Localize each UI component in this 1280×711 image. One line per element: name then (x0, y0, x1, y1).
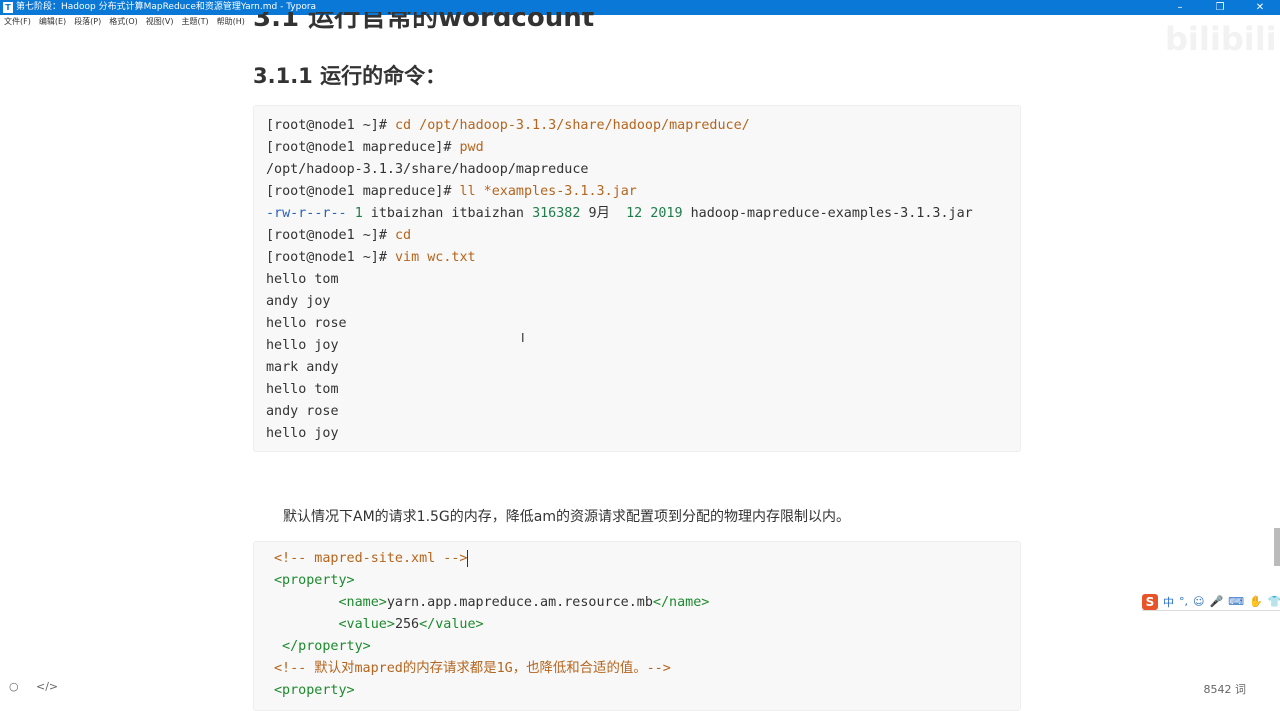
code-token: [root@node1 ~]# (266, 250, 395, 265)
code-block-commands[interactable]: [root@node1 ~]# cd /opt/hadoop-3.1.3/sha… (253, 105, 1021, 452)
code-token: yarn.app.mapreduce.am.resource.mb (386, 595, 653, 610)
code-line: <value>256</value> (274, 614, 1020, 636)
code-line: -rw-r--r-- 1 itbaizhan itbaizhan 316382 … (266, 203, 1020, 225)
code-line: [root@node1 ~]# cd /opt/hadoop-3.1.3/sha… (266, 115, 1020, 137)
code-line: [root@node1 mapreduce]# ll *examples-3.1… (266, 181, 1020, 203)
menu-theme[interactable]: 主题(T) (181, 15, 208, 29)
code-token: <name> (338, 595, 387, 610)
code-line: andy rose (266, 401, 1020, 423)
code-token: </value> (419, 617, 484, 632)
text-cursor-icon: I (521, 331, 525, 345)
code-token: vim wc.txt (395, 250, 476, 265)
code-token: 12 2019 (626, 206, 683, 221)
code-token: hello joy (266, 338, 339, 353)
code-line: mark andy (266, 357, 1020, 379)
menu-edit[interactable]: 编辑(E) (39, 15, 66, 29)
caret (467, 549, 469, 567)
paragraph: 默认情况下AM的请求1.5G的内存，降低am的资源请求配置项到分配的物理内存限制… (283, 509, 850, 525)
code-token: </name> (652, 595, 710, 610)
word-count[interactable]: 8542 词 (1204, 681, 1247, 697)
ime-voice-icon[interactable]: 🎤 (1209, 595, 1223, 608)
code-token: <value> (338, 617, 395, 632)
menu-format[interactable]: 格式(O) (109, 15, 138, 29)
menu-view[interactable]: 视图(V) (146, 15, 174, 29)
code-line: [root@node1 ~]# vim wc.txt (266, 247, 1020, 269)
ime-skin-icon[interactable]: 👕 (1268, 595, 1280, 608)
code-token: hello joy (266, 426, 339, 441)
code-token: andy joy (266, 294, 331, 309)
code-line: [root@node1 mapreduce]# pwd (266, 137, 1020, 159)
code-token: [root@node1 ~]# (266, 228, 395, 243)
window-title: 第七阶段：Hadoop 分布式计算MapReduce和资源管理Yarn.md -… (16, 2, 317, 12)
code-token: hadoop-mapreduce-examples-3.1.3.jar (682, 206, 973, 221)
code-token: pwd (459, 140, 484, 155)
ime-chinese-mode[interactable]: 中 (1163, 594, 1174, 610)
code-token: <!-- mapred-site.xml --> (274, 551, 468, 566)
code-token: 256 (394, 617, 420, 632)
code-line: /opt/hadoop-3.1.3/share/hadoop/mapreduce (266, 159, 1020, 181)
ime-punctuation-icon[interactable]: °, (1179, 595, 1188, 608)
code-token: hello tom (266, 382, 339, 397)
code-token: cd (395, 228, 412, 243)
code-token: ll *examples-3.1.3.jar (459, 184, 637, 199)
menu-paragraph[interactable]: 段落(P) (74, 15, 101, 29)
typora-app-icon: T (3, 2, 13, 13)
code-line: andy joy (266, 291, 1020, 313)
title-bar: T 第七阶段：Hadoop 分布式计算MapReduce和资源管理Yarn.md… (0, 0, 1280, 15)
code-line: [root@node1 ~]# cd (266, 225, 1020, 247)
code-line: <name>yarn.app.mapreduce.am.resource.mb<… (274, 592, 1020, 614)
ime-emoji-icon[interactable]: ☺ (1193, 595, 1204, 608)
outline-toggle-icon[interactable]: ○ (9, 680, 19, 693)
code-token: </property> (274, 639, 371, 654)
code-token: /opt/hadoop-3.1.3/share/hadoop/mapreduce (266, 162, 589, 177)
code-token: andy rose (266, 404, 339, 419)
code-token: hello rose (266, 316, 347, 331)
restore-button[interactable]: ❐ (1200, 0, 1240, 15)
code-token: [root@node1 ~]# (266, 118, 395, 133)
close-button[interactable]: ✕ (1240, 0, 1280, 15)
code-line: hello joy (266, 423, 1020, 445)
code-token: [root@node1 mapreduce]# (266, 140, 460, 155)
code-line: hello rose (266, 313, 1020, 335)
code-token: itbaizhan itbaizhan (362, 206, 533, 221)
code-line: hello tom (266, 379, 1020, 401)
code-token: 1 (354, 206, 363, 221)
code-line: hello tom (266, 269, 1020, 291)
heading-3: 3.1.1 运行的命令： (253, 64, 447, 88)
menu-file[interactable]: 文件(F) (4, 15, 31, 29)
sogou-logo-icon[interactable]: S (1142, 593, 1158, 610)
ime-toolbar: S 中 °, ☺ 🎤 ⌨ ✋ 👕 ▦ (1142, 593, 1280, 611)
menu-bar: 文件(F) 编辑(E) 段落(P) 格式(O) 视图(V) 主题(T) 帮助(H… (0, 15, 245, 29)
code-line: </property> (274, 636, 1020, 658)
ime-handwrite-icon[interactable]: ✋ (1249, 595, 1263, 608)
heading-2: 3.1 运行官常的wordcount (253, 12, 595, 33)
source-mode-icon[interactable]: </> (36, 680, 58, 693)
code-token: 9月 (580, 206, 627, 221)
code-token: <property> (274, 573, 355, 588)
code-token: mark andy (266, 360, 339, 375)
minimize-button[interactable]: – (1160, 0, 1200, 15)
ime-keyboard-icon[interactable]: ⌨ (1228, 595, 1244, 608)
code-token: [root@node1 mapreduce]# (266, 184, 460, 199)
code-token: -rw-r--r-- (266, 206, 347, 221)
status-bar: ○ </> 8542 词 (0, 674, 1280, 700)
code-token: 316382 (532, 206, 581, 221)
code-line: <property> (274, 570, 1020, 592)
code-line: <!-- mapred-site.xml --> (274, 548, 1020, 570)
code-token: hello tom (266, 272, 339, 287)
menu-help[interactable]: 帮助(H) (217, 15, 245, 29)
code-line: hello joy (266, 335, 1020, 357)
bilibili-watermark: bilibili (1165, 20, 1277, 58)
scrollbar-thumb[interactable] (1274, 528, 1280, 566)
code-token: cd /opt/hadoop-3.1.3/share/hadoop/mapred… (395, 118, 750, 133)
